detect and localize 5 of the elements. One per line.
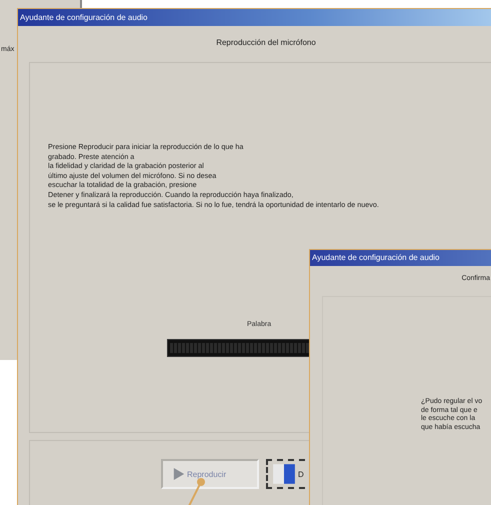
play-icon bbox=[173, 465, 185, 483]
window-title: Ayudante de configuración de audio bbox=[310, 250, 491, 266]
stop-icon bbox=[272, 463, 296, 485]
window-title: Ayudante de configuración de audio bbox=[18, 9, 491, 26]
dialog-heading: Reproducción del micrófono bbox=[216, 38, 316, 46]
